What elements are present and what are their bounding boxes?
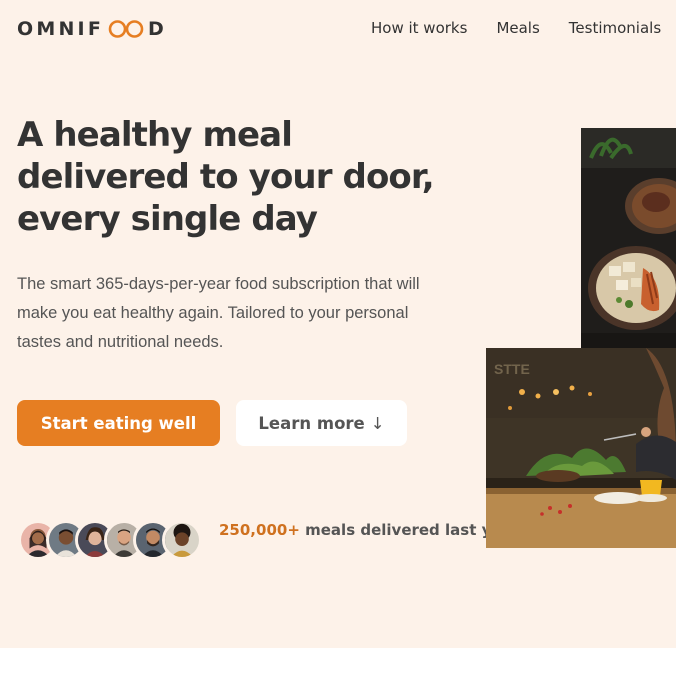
nav-link-meals[interactable]: Meals bbox=[496, 19, 539, 37]
svg-text:STTE: STTE bbox=[494, 361, 530, 377]
main-nav: How it works Meals Testimonials bbox=[371, 19, 661, 37]
hero-section: OMNIF D How it works Meals Testimonials … bbox=[0, 0, 676, 648]
logo-text-start: OMNIF bbox=[17, 18, 105, 40]
start-eating-button[interactable]: Start eating well bbox=[17, 400, 220, 446]
nav-link-testimonials[interactable]: Testimonials bbox=[569, 19, 661, 37]
hero-restaurant-image: STTE bbox=[486, 348, 676, 548]
hero-title: A healthy meal delivered to your door, e… bbox=[17, 115, 435, 239]
learn-more-button[interactable]: Learn more ↓ bbox=[236, 400, 407, 446]
arrow-down-icon: ↓ bbox=[370, 413, 385, 433]
learn-more-label: Learn more bbox=[258, 413, 365, 433]
hero-description: The smart 365-days-per-year food subscri… bbox=[17, 275, 420, 351]
customer-avatar bbox=[162, 520, 202, 560]
omnifood-logo[interactable]: OMNIF D bbox=[17, 16, 167, 42]
meals-delivered-count: 250,000+ bbox=[219, 521, 300, 539]
meals-delivered-text: 250,000+ meals delivered last year! bbox=[219, 522, 526, 539]
logo-text-end: D bbox=[148, 18, 167, 40]
start-eating-label: Start eating well bbox=[40, 413, 197, 433]
nav-link-how-it-works[interactable]: How it works bbox=[371, 19, 467, 37]
infinity-logo-icon bbox=[108, 20, 144, 38]
hero-food-image bbox=[581, 128, 676, 348]
